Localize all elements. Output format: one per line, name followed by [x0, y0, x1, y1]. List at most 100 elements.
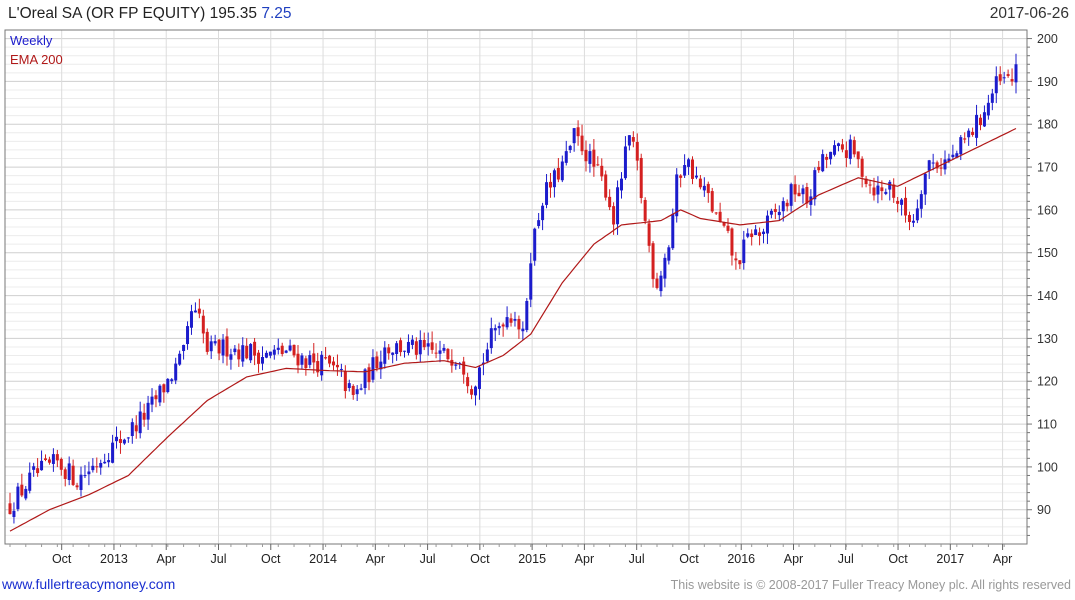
candle [675, 168, 679, 223]
candle [462, 356, 466, 384]
candle-body [477, 367, 481, 389]
candle [308, 350, 312, 369]
candle [229, 348, 233, 370]
candle [1006, 69, 1010, 78]
candle-body [623, 146, 627, 179]
candle-body [584, 149, 588, 162]
website-link[interactable]: www.fullertreacymoney.com [2, 576, 175, 592]
candle-body [170, 379, 174, 382]
candle-body [16, 486, 20, 510]
candle-body [971, 131, 975, 135]
candle-body [833, 145, 837, 155]
candle-body [931, 162, 935, 164]
y-tick-label: 160 [1037, 203, 1058, 217]
candle [87, 461, 91, 486]
candle-body [485, 349, 489, 362]
candle-body [320, 354, 324, 376]
candle-body [24, 488, 28, 499]
candle [249, 342, 253, 364]
candle-body [355, 389, 359, 395]
candle-body [430, 342, 434, 350]
candle [525, 298, 529, 333]
candle [801, 184, 805, 204]
candle-body [67, 463, 71, 481]
candle-body [126, 437, 130, 439]
candle [328, 354, 332, 368]
candle [829, 151, 833, 165]
candle-body [87, 471, 91, 475]
candle [458, 361, 462, 370]
candle-body [406, 341, 410, 353]
candle [162, 383, 166, 403]
candle [639, 153, 643, 204]
candle-body [813, 170, 817, 200]
candle [856, 151, 860, 168]
candle-body [331, 361, 335, 366]
candle-body [631, 137, 635, 142]
candle [316, 352, 320, 377]
candle [513, 311, 517, 327]
candle-body [990, 93, 994, 103]
candle [8, 492, 12, 515]
candle-body [189, 311, 193, 328]
candle [848, 134, 852, 165]
candle-body [154, 395, 158, 400]
candle [213, 334, 217, 346]
candle [915, 199, 919, 224]
candle [588, 143, 592, 173]
candle [324, 346, 328, 360]
candle-body [134, 425, 138, 432]
candle [691, 156, 695, 185]
candle-body [99, 462, 103, 468]
candle [805, 182, 809, 208]
candle-body [118, 439, 122, 443]
candle [627, 135, 631, 151]
candle-body [138, 411, 142, 434]
candle-body [111, 442, 115, 463]
candle [399, 337, 403, 357]
candle [300, 353, 304, 370]
candle [659, 270, 663, 297]
candle-body [840, 144, 844, 150]
candle-body [497, 326, 501, 329]
candle-body [998, 74, 1002, 81]
candle [264, 350, 268, 359]
x-tick-label: Apr [156, 552, 175, 566]
candle-body [580, 135, 584, 152]
candle [36, 458, 40, 477]
candle [260, 346, 264, 371]
candle [904, 186, 908, 223]
candle-body [892, 184, 896, 198]
candle [1010, 68, 1014, 86]
candle-body [706, 183, 710, 194]
candle-body [679, 175, 683, 178]
candle-body [702, 185, 706, 191]
candle [923, 172, 927, 206]
candle [32, 462, 36, 477]
y-tick-label: 170 [1037, 161, 1058, 175]
candle-body [178, 353, 182, 365]
candle-body [762, 231, 766, 235]
candle [118, 430, 122, 454]
candle [79, 466, 83, 497]
candle [174, 357, 178, 385]
candle-body [548, 181, 552, 188]
candle-body [872, 187, 876, 196]
x-tick-label: Oct [470, 552, 490, 566]
candle [20, 473, 24, 498]
candle [40, 450, 44, 471]
candle [91, 458, 95, 473]
candle [927, 159, 931, 180]
candle-body [292, 344, 296, 356]
candle [967, 128, 971, 146]
candle-body [797, 192, 801, 197]
candle-body [115, 436, 119, 442]
candle-body [773, 209, 777, 212]
candle [280, 342, 284, 357]
candle-body [746, 233, 750, 237]
candle-body [462, 361, 466, 375]
candle [126, 437, 130, 443]
candle-body [75, 485, 79, 488]
candle-body [8, 503, 12, 515]
candle-body [391, 352, 395, 355]
